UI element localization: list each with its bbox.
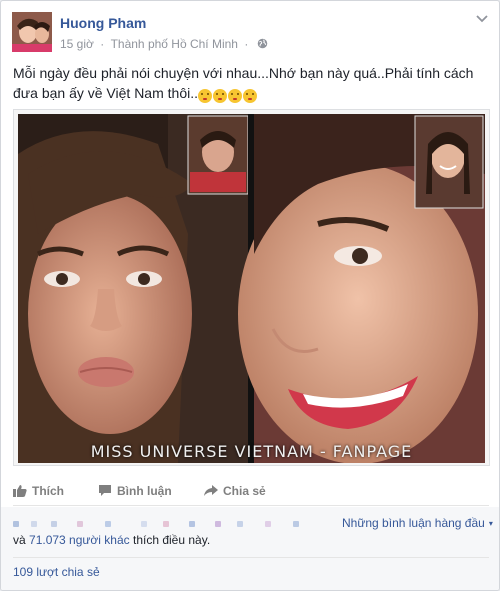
footer-divider — [13, 557, 489, 558]
shares-count-link[interactable]: 109 lượt chia sẻ — [13, 565, 100, 579]
meta-separator-2: · — [244, 36, 249, 51]
share-label: Chia sẻ — [223, 483, 266, 498]
post-message-line2-wrap: đưa bạn ấy về Việt Nam thôi.. — [13, 83, 489, 104]
likes-count-link[interactable]: 71.073 người khác — [29, 533, 130, 547]
kiss-emoji-icon — [243, 88, 257, 103]
like-label: Thích — [32, 483, 64, 498]
chevron-down-icon[interactable] — [474, 12, 490, 26]
comment-icon — [99, 485, 111, 497]
post-time[interactable]: 15 giờ — [60, 37, 94, 51]
meta-separator: · — [100, 36, 105, 51]
comment-sort-dropdown[interactable]: Những bình luận hàng đầu ▾ — [342, 516, 493, 530]
post-location[interactable]: Thành phố Hồ Chí Minh — [111, 37, 238, 51]
post-message: Mỗi ngày đều phải nói chuyện với nhau...… — [13, 63, 489, 104]
author-name[interactable]: Huong Pham — [60, 15, 146, 31]
post-meta: 15 giờ · Thành phố Hồ Chí Minh · — [60, 36, 268, 51]
photo-collage: MISS UNIVERSE VIETNAM - FANPAGE — [18, 114, 485, 463]
post-header: Huong Pham 15 giờ · Thành phố Hồ Chí Min… — [12, 12, 492, 54]
facetime-collage-image — [18, 114, 485, 463]
photo-watermark: MISS UNIVERSE VIETNAM - FANPAGE — [90, 442, 413, 461]
thumbs-up-icon — [13, 485, 27, 498]
emoji-row — [198, 84, 258, 104]
share-button[interactable]: Chia sẻ — [204, 483, 266, 498]
post-message-line1: Mỗi ngày đều phải nói chuyện với nhau...… — [13, 65, 474, 81]
comment-label: Bình luận — [117, 483, 172, 498]
caret-down-icon: ▾ — [488, 519, 493, 529]
post-photo[interactable]: MISS UNIVERSE VIETNAM - FANPAGE — [13, 109, 490, 466]
post-message-line2: đưa bạn ấy về Việt Nam thôi.. — [13, 85, 198, 101]
author-avatar[interactable] — [12, 12, 52, 52]
share-arrow-icon — [204, 485, 218, 497]
like-button[interactable]: Thích — [13, 483, 64, 498]
likes-suffix: thích điều này. — [129, 533, 211, 547]
comment-button[interactable]: Bình luận — [98, 483, 172, 498]
kiss-emoji-icon — [198, 88, 212, 103]
post-footer: Những bình luận hàng đầu ▾ và 71.073 ngườ… — [1, 507, 499, 590]
kiss-emoji-icon — [228, 88, 242, 103]
likes-prefix: và — [13, 533, 30, 547]
globe-icon[interactable] — [257, 38, 268, 49]
comment-sort-label: Những bình luận hàng đầu — [342, 516, 485, 530]
facebook-post-card: Huong Pham 15 giờ · Thành phố Hồ Chí Min… — [0, 0, 500, 591]
blurred-liker-names — [13, 517, 313, 531]
post-actions: Thích Bình luận Chia sẻ — [13, 480, 489, 506]
kiss-emoji-icon — [213, 88, 227, 103]
likes-summary: và 71.073 người khác thích điều này. — [13, 533, 210, 547]
